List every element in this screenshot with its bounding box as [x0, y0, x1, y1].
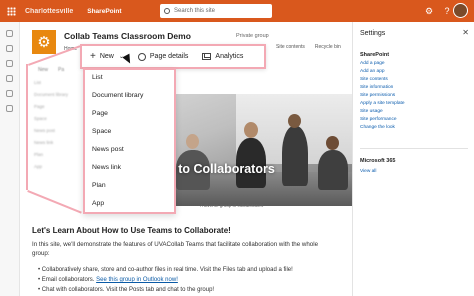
sites-icon[interactable]: [6, 60, 13, 67]
blurred-item: News link: [34, 140, 54, 145]
settings-link-change-look[interactable]: Change the look: [360, 125, 395, 130]
menu-item-app[interactable]: App: [92, 200, 104, 207]
menu-item-page[interactable]: Page: [92, 110, 108, 117]
settings-link-add-page[interactable]: Add a page: [360, 61, 385, 66]
gear-icon: [137, 52, 146, 61]
blurred-item: App: [34, 164, 43, 169]
divider: [360, 148, 468, 149]
settings-link-site-information[interactable]: Site information: [360, 85, 393, 90]
blurred-item: Document library: [34, 92, 69, 97]
brand-logo[interactable]: Charlottesville: [25, 8, 73, 15]
blurred-item: Space: [34, 116, 47, 121]
plus-icon: +: [90, 51, 96, 62]
app-launcher-icon[interactable]: [0, 0, 22, 22]
callout-line: [27, 190, 82, 214]
avatar[interactable]: [453, 3, 468, 18]
settings-link-site-performance[interactable]: Site performance: [360, 117, 397, 122]
settings-link-site-template[interactable]: Apply a site template: [360, 101, 405, 106]
bullet-text: Chat with collaborators. Visit the Posts…: [41, 287, 215, 293]
menu-item-space[interactable]: Space: [92, 128, 111, 135]
settings-link-site-contents[interactable]: Site contents: [360, 77, 388, 82]
site-nav-recycle-bin[interactable]: Recycle bin: [315, 44, 341, 50]
news-icon[interactable]: [6, 75, 13, 82]
analytics-label: Analytics: [215, 53, 244, 60]
blurred-cmd-pa: Pa: [58, 67, 65, 73]
blurred-item: News post: [34, 128, 56, 133]
search-icon: [164, 8, 170, 14]
new-menu: List Document library Page Space News po…: [83, 68, 176, 214]
outlook-link[interactable]: See this group in Outlook now!: [96, 277, 178, 283]
close-icon[interactable]: ✕: [462, 28, 469, 37]
menu-item-plan[interactable]: Plan: [92, 182, 106, 189]
analytics-button[interactable]: Analytics: [202, 46, 243, 67]
blurred-cmd-new: New: [38, 67, 49, 73]
bullet-text: Email collaborators.: [41, 277, 97, 283]
menu-item-document-library[interactable]: Document library: [92, 92, 143, 99]
sharepoint-window: Charlottesville SharePoint Search this s…: [0, 0, 474, 296]
callout-line: [26, 64, 28, 190]
app-rail: [0, 22, 20, 296]
settings-panel: Settings ✕ SharePoint Add a page Add an …: [352, 22, 474, 296]
site-nav-site-contents[interactable]: Site contents: [276, 44, 305, 50]
blurred-command-bar: New Pa: [28, 64, 88, 76]
settings-link-view-all[interactable]: View all: [360, 169, 376, 174]
bullet-text: Collaboratively share, store and co-auth…: [41, 267, 293, 273]
blurred-item: Page: [34, 104, 45, 109]
site-logo-icon[interactable]: ⚙: [32, 30, 56, 54]
new-button-label: New: [99, 53, 114, 60]
menu-item-news-link[interactable]: News link: [92, 164, 121, 171]
menu-item-news-post[interactable]: News post: [92, 146, 124, 153]
settings-link-add-app[interactable]: Add an app: [360, 69, 385, 74]
bullet-chat: • Chat with collaborators. Visit the Pos…: [38, 287, 215, 293]
section-heading: Let's Learn About How to Use Teams to Co…: [32, 226, 231, 235]
blurred-new-menu: List Document library Page Space News po…: [28, 80, 78, 190]
globe-icon[interactable]: [6, 45, 13, 52]
command-bar: + New ⌄ Page details Analytics: [80, 44, 266, 69]
sharepoint-app-label[interactable]: SharePoint: [87, 8, 121, 15]
home-icon[interactable]: [6, 30, 13, 37]
hero-caption: A diverse group of collaborators: [200, 203, 264, 208]
site-nav-right: Site contents Recycle bin: [276, 44, 341, 50]
files-icon[interactable]: [6, 90, 13, 97]
sharepoint-heading: SharePoint: [360, 52, 390, 58]
bullet-email: • Email collaborators. See this group in…: [38, 277, 178, 283]
search-input[interactable]: Search this site: [160, 4, 272, 18]
site-title[interactable]: Collab Teams Classroom Demo: [64, 31, 191, 41]
search-placeholder: Search this site: [174, 8, 216, 14]
settings-title: Settings: [360, 30, 386, 37]
page-details-button[interactable]: Page details: [137, 46, 189, 67]
settings-link-site-permissions[interactable]: Site permissions: [360, 93, 395, 98]
intro-paragraph: In this site, we'll demonstrate the feat…: [32, 241, 319, 257]
blurred-item: List: [34, 80, 42, 85]
settings-link-site-usage[interactable]: Site usage: [360, 109, 383, 114]
blurred-item: Plan: [34, 152, 44, 157]
privacy-label: Private group: [236, 33, 269, 39]
m365-heading: Microsoft 365: [360, 158, 396, 164]
page-details-label: Page details: [149, 53, 189, 60]
create-icon[interactable]: [6, 105, 13, 112]
bullet-files: • Collaboratively share, store and co-au…: [38, 267, 293, 273]
menu-item-list[interactable]: List: [92, 74, 103, 81]
analytics-icon: [202, 53, 212, 60]
